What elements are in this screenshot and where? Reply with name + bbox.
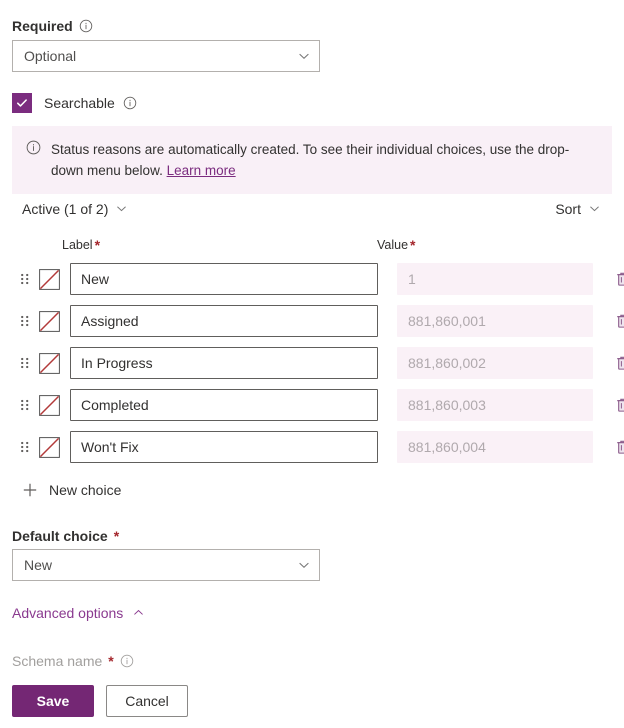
required-label-text: Required bbox=[12, 18, 73, 34]
active-state-label: Active (1 of 2) bbox=[22, 201, 109, 217]
searchable-label: Searchable bbox=[44, 95, 137, 111]
info-banner: Status reasons are automatically created… bbox=[12, 126, 612, 194]
learn-more-link[interactable]: Learn more bbox=[167, 163, 236, 178]
choice-value-input bbox=[397, 305, 593, 337]
choice-row bbox=[18, 431, 624, 463]
column-header-value: Value * bbox=[377, 237, 416, 253]
no-color-swatch-icon[interactable] bbox=[39, 394, 60, 416]
action-buttons: Save Cancel bbox=[12, 685, 188, 717]
choices-list bbox=[18, 263, 624, 473]
new-choice-label: New choice bbox=[49, 482, 122, 498]
delete-choice-button[interactable] bbox=[612, 394, 624, 416]
required-asterisk: * bbox=[113, 528, 120, 544]
searchable-checkbox[interactable] bbox=[12, 93, 32, 113]
delete-choice-button[interactable] bbox=[612, 310, 624, 332]
checkmark-icon bbox=[17, 99, 27, 107]
required-asterisk: * bbox=[108, 653, 114, 669]
info-circle-icon[interactable] bbox=[123, 96, 137, 110]
no-color-swatch-icon[interactable] bbox=[39, 436, 60, 458]
required-dropdown[interactable]: Optional bbox=[12, 40, 320, 72]
info-circle-icon[interactable] bbox=[79, 19, 93, 33]
info-circle-icon bbox=[26, 140, 41, 181]
no-color-swatch-icon[interactable] bbox=[39, 310, 60, 332]
save-button[interactable]: Save bbox=[12, 685, 94, 717]
choices-toolbar: Active (1 of 2) Sort bbox=[22, 201, 602, 217]
info-circle-icon[interactable] bbox=[120, 654, 134, 668]
choice-row bbox=[18, 347, 624, 379]
info-banner-text: Status reasons are automatically created… bbox=[51, 139, 598, 181]
required-dropdown-value: Optional bbox=[24, 48, 77, 64]
chevron-down-icon bbox=[115, 202, 129, 216]
cancel-button[interactable]: Cancel bbox=[106, 685, 188, 717]
choice-row bbox=[18, 389, 624, 421]
drag-handle-icon[interactable] bbox=[18, 354, 32, 372]
drag-handle-icon[interactable] bbox=[18, 438, 32, 456]
drag-handle-icon[interactable] bbox=[18, 270, 32, 288]
column-properties-panel: Required Optional Searchable Status reas… bbox=[0, 0, 624, 728]
column-header-label-text: Label bbox=[62, 238, 93, 252]
active-state-dropdown[interactable]: Active (1 of 2) bbox=[22, 201, 129, 217]
searchable-label-text: Searchable bbox=[44, 95, 115, 111]
default-choice-label-text: Default choice bbox=[12, 528, 108, 544]
chevron-down-icon bbox=[297, 49, 311, 63]
delete-choice-button[interactable] bbox=[612, 436, 624, 458]
default-choice-value: New bbox=[24, 557, 53, 573]
column-header-label: Label * bbox=[62, 237, 100, 253]
drag-handle-icon[interactable] bbox=[18, 312, 32, 330]
chevron-up-icon bbox=[132, 606, 146, 620]
schema-name-label-text: Schema name bbox=[12, 653, 103, 669]
choice-label-input[interactable] bbox=[70, 305, 378, 337]
searchable-row: Searchable bbox=[12, 93, 137, 113]
info-banner-message: Status reasons are automatically created… bbox=[51, 142, 570, 178]
required-asterisk: * bbox=[410, 237, 416, 253]
chevron-down-icon bbox=[588, 202, 602, 216]
choice-value-input bbox=[397, 347, 593, 379]
delete-choice-button[interactable] bbox=[612, 352, 624, 374]
default-choice-dropdown[interactable]: New bbox=[12, 549, 320, 581]
advanced-options-toggle[interactable]: Advanced options bbox=[12, 605, 146, 621]
choice-label-input[interactable] bbox=[70, 347, 378, 379]
required-asterisk: * bbox=[94, 237, 101, 253]
chevron-down-icon bbox=[297, 558, 311, 572]
drag-handle-icon[interactable] bbox=[18, 396, 32, 414]
new-choice-button[interactable]: New choice bbox=[22, 482, 121, 498]
sort-button[interactable]: Sort bbox=[555, 201, 602, 217]
choice-value-input bbox=[397, 389, 593, 421]
no-color-swatch-icon[interactable] bbox=[39, 268, 60, 290]
choice-value-input bbox=[397, 263, 593, 295]
choice-label-input[interactable] bbox=[70, 263, 378, 295]
sort-label: Sort bbox=[555, 201, 581, 217]
choice-row bbox=[18, 305, 624, 337]
column-header-value-text: Value bbox=[377, 238, 409, 252]
choice-label-input[interactable] bbox=[70, 431, 378, 463]
required-field-label: Required bbox=[12, 17, 93, 35]
schema-name-label: Schema name * bbox=[12, 652, 134, 670]
choice-label-input[interactable] bbox=[70, 389, 378, 421]
advanced-options-label: Advanced options bbox=[12, 605, 124, 621]
choice-value-input bbox=[397, 431, 593, 463]
choice-row bbox=[18, 263, 624, 295]
no-color-swatch-icon[interactable] bbox=[39, 352, 60, 374]
plus-icon bbox=[22, 482, 38, 498]
default-choice-label: Default choice * bbox=[12, 527, 119, 545]
delete-choice-button[interactable] bbox=[612, 268, 624, 290]
